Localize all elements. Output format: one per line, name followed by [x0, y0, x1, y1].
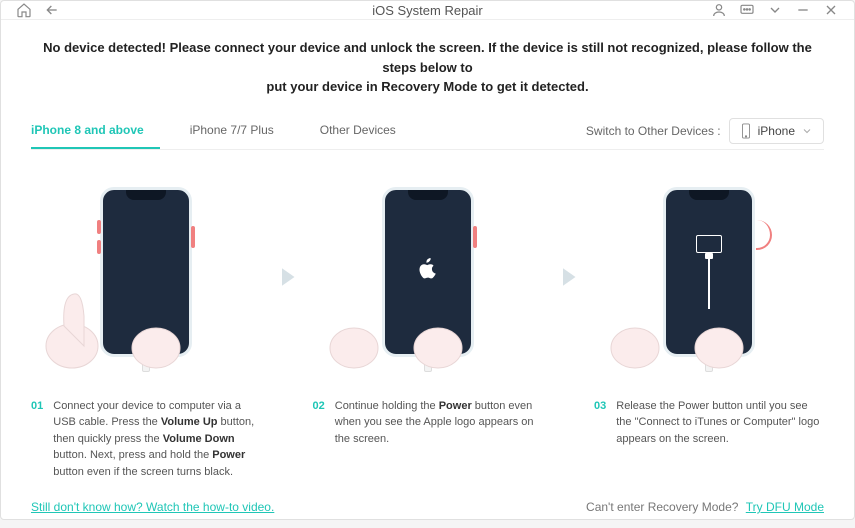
hand-icon	[44, 266, 184, 376]
tab-iphone7[interactable]: iPhone 7/7 Plus	[190, 113, 290, 149]
step3-illustration	[629, 172, 789, 372]
content-area: No device detected! Please connect your …	[1, 20, 854, 490]
alert-line1: No device detected! Please connect your …	[43, 40, 812, 75]
minimize-icon[interactable]	[794, 1, 812, 19]
step2-illustration	[348, 172, 508, 372]
chevron-down-icon	[801, 125, 813, 137]
step-number: 01	[31, 398, 43, 481]
step-3: 03 Release the Power button until you se…	[594, 172, 824, 448]
arrow-icon	[553, 262, 583, 297]
user-icon[interactable]	[710, 1, 728, 19]
device-switcher: Switch to Other Devices : iPhone	[586, 118, 824, 144]
step-description: Connect your device to computer via a US…	[53, 398, 261, 481]
chevron-down-icon[interactable]	[766, 1, 784, 19]
footer: Still don't know how? Watch the how-to v…	[1, 490, 854, 528]
alert-line2: put your device in Recovery Mode to get …	[266, 79, 588, 94]
hand-icon	[326, 266, 466, 376]
dfu-prompt: Can't enter Recovery Mode?	[586, 500, 738, 514]
step-description: Continue holding the Power button even w…	[335, 398, 543, 448]
tab-other[interactable]: Other Devices	[320, 113, 412, 149]
home-icon[interactable]	[15, 1, 33, 19]
step-2: 02 Continue holding the Power button eve…	[313, 172, 543, 448]
steps-row: 01 Connect your device to computer via a…	[31, 160, 824, 481]
arrow-icon	[272, 262, 302, 297]
device-select[interactable]: iPhone	[729, 118, 824, 144]
app-window: iOS System Repair No device detected! Pl…	[0, 0, 855, 520]
step-1: 01 Connect your device to computer via a…	[31, 172, 261, 481]
alert-message: No device detected! Please connect your …	[31, 38, 824, 97]
close-icon[interactable]	[822, 1, 840, 19]
hand-icon	[607, 266, 747, 376]
window-title: iOS System Repair	[372, 3, 483, 18]
device-selected: iPhone	[758, 124, 795, 138]
switch-label: Switch to Other Devices :	[586, 124, 721, 138]
titlebar: iOS System Repair	[1, 1, 854, 20]
tab-iphone8[interactable]: iPhone 8 and above	[31, 113, 160, 149]
feedback-icon[interactable]	[738, 1, 756, 19]
back-icon[interactable]	[43, 1, 61, 19]
tab-row: iPhone 8 and above iPhone 7/7 Plus Other…	[31, 113, 824, 150]
howto-video-link[interactable]: Still don't know how? Watch the how-to v…	[31, 500, 274, 514]
step1-illustration	[66, 172, 226, 372]
step-number: 02	[313, 398, 325, 448]
phone-icon	[740, 123, 752, 139]
step-number: 03	[594, 398, 606, 448]
dfu-mode-link[interactable]: Try DFU Mode	[746, 500, 824, 514]
step-description: Release the Power button until you see t…	[616, 398, 824, 448]
